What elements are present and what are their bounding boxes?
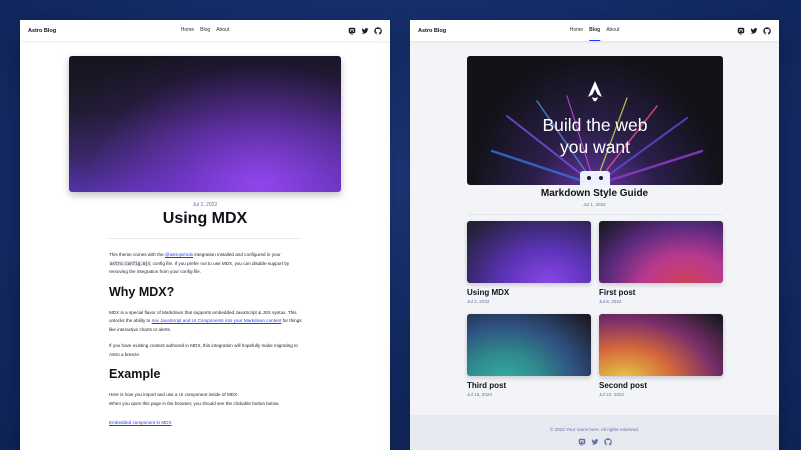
github-icon[interactable] xyxy=(603,438,612,446)
post-hero-image xyxy=(69,56,341,192)
post-card-date: Jul 22, 2022 xyxy=(599,392,625,397)
nav-blog[interactable]: Blog xyxy=(589,20,601,41)
post-page-window: Astro Blog Home Blog About Jul 2, 2022 U… xyxy=(20,20,390,450)
post-card[interactable]: First post Jul 8, 2022 xyxy=(599,221,723,304)
mastodon-icon[interactable] xyxy=(348,27,356,35)
embedded-component-link[interactable]: Embedded component in MDX xyxy=(109,420,304,425)
post-card-image[interactable] xyxy=(599,221,723,283)
post-card[interactable]: Third post Jul 15, 2022 xyxy=(467,314,591,397)
site-footer: © 2022 Your name here. All rights reserv… xyxy=(410,415,779,450)
post-card-title[interactable]: Second post xyxy=(599,381,723,390)
blog-index-window: Astro Blog Home Blog About Build the web… xyxy=(410,20,779,450)
mascot-eye-icon xyxy=(587,176,591,180)
post-content: This theme comes with the @astrojs/mdx i… xyxy=(109,251,304,425)
featured-post-date: Jul 1, 2022 xyxy=(583,202,606,207)
nav-blog[interactable]: Blog xyxy=(200,20,210,41)
mdx-integration-link[interactable]: @astrojs/mdx xyxy=(165,252,193,257)
social-links xyxy=(737,26,771,35)
footer-copyright: © 2022 Your name here. All rights reserv… xyxy=(550,427,639,432)
mascot-eye-icon xyxy=(599,176,603,180)
site-header: Astro Blog Home Blog About xyxy=(20,20,390,41)
existing-content-paragraph: If you have existing content authored in… xyxy=(109,343,298,357)
nav-about[interactable]: About xyxy=(606,20,619,41)
post-card-title[interactable]: Using MDX xyxy=(467,288,591,297)
footer-social-links xyxy=(410,438,779,446)
main-nav: Home Blog About xyxy=(570,20,619,41)
github-icon[interactable] xyxy=(763,26,771,35)
post-card-date: Jul 2, 2022 xyxy=(467,299,490,304)
post-card-title[interactable]: Third post xyxy=(467,381,591,390)
site-header: Astro Blog Home Blog About xyxy=(410,20,779,41)
featured-divider xyxy=(467,214,723,215)
post-card-date: Jul 15, 2022 xyxy=(467,392,493,397)
main-nav: Home Blog About xyxy=(181,20,229,41)
twitter-icon[interactable] xyxy=(750,27,758,35)
twitter-icon[interactable] xyxy=(361,27,369,35)
nav-home[interactable]: Home xyxy=(181,20,194,41)
why-paragraph: MDX is a special flavor of Markdown that… xyxy=(109,309,302,332)
heading-example: Example xyxy=(109,367,161,381)
config-file-code: astro.config.mjs xyxy=(109,260,152,266)
social-links xyxy=(348,26,382,35)
mastodon-icon[interactable] xyxy=(737,27,745,35)
title-divider xyxy=(109,238,301,239)
post-date: Jul 2, 2022 xyxy=(192,202,218,208)
intro-paragraph: This theme comes with the @astrojs/mdx i… xyxy=(109,252,290,274)
mastodon-icon[interactable] xyxy=(578,438,586,446)
featured-post-title[interactable]: Markdown Style Guide xyxy=(410,188,779,199)
twitter-icon[interactable] xyxy=(591,438,599,446)
brand-title[interactable]: Astro Blog xyxy=(28,28,56,34)
featured-post-image[interactable]: Build the web you want xyxy=(467,56,723,185)
post-card[interactable]: Second post Jul 22, 2022 xyxy=(599,314,723,397)
brand-title[interactable]: Astro Blog xyxy=(418,28,446,34)
featured-image-headline: Build the web you want xyxy=(542,115,648,157)
mascot-face-icon xyxy=(580,171,610,185)
mix-components-link[interactable]: mix JavaScript and UI Components into yo… xyxy=(152,318,282,323)
post-card-image[interactable] xyxy=(467,314,591,376)
post-card-image[interactable] xyxy=(599,314,723,376)
heading-why-mdx: Why MDX? xyxy=(109,284,175,299)
example-paragraph: Here is how you import and use a UI comp… xyxy=(109,392,280,406)
post-card-image[interactable] xyxy=(467,221,591,283)
post-title: Using MDX xyxy=(162,210,248,227)
nav-home[interactable]: Home xyxy=(570,20,583,41)
nav-about[interactable]: About xyxy=(216,20,229,41)
post-card[interactable]: Using MDX Jul 2, 2022 xyxy=(467,221,591,304)
github-icon[interactable] xyxy=(374,26,382,35)
post-card-title[interactable]: First post xyxy=(599,288,723,297)
post-card-date: Jul 8, 2022 xyxy=(599,299,622,304)
astro-logo-icon xyxy=(588,81,602,102)
